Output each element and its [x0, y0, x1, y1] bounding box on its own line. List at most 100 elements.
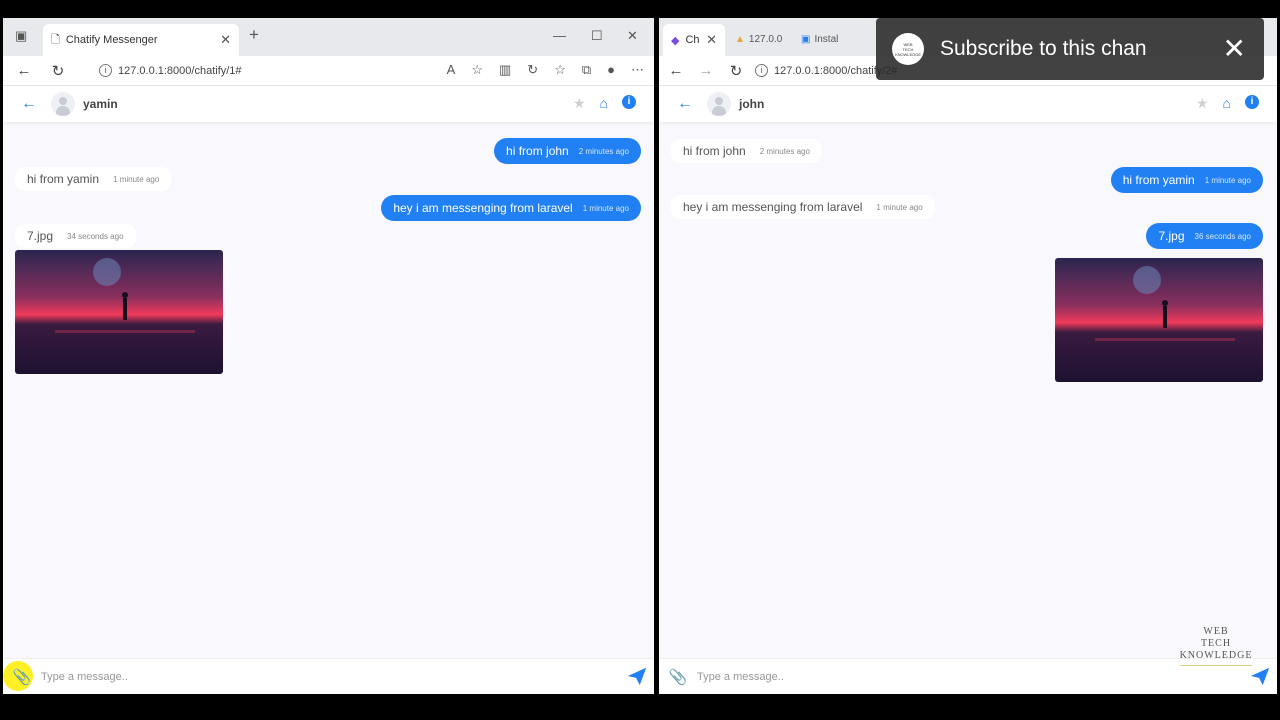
page-icon: 🗋: [51, 33, 60, 46]
tab-chatify[interactable]: 🗋 Chatify Messenger ✕: [43, 24, 239, 56]
header-actions: ★ ⌂ i: [573, 95, 636, 112]
address-bar: ← ↻ i 127.0.0.1:8000/chatify/1# A ☆ ▥ ↻ …: [3, 56, 654, 86]
contact-name: yamin: [83, 97, 118, 111]
subscribe-text: Subscribe to this chan: [940, 37, 1147, 60]
header-actions: ★ ⌂ i: [1196, 95, 1259, 112]
close-tab-icon[interactable]: ✕: [706, 32, 717, 48]
url-text: 127.0.0.1:8000/chatify/1#: [118, 64, 242, 77]
tab-chatify[interactable]: ◆ Ch ✕: [663, 24, 725, 56]
minimize-icon[interactable]: —: [553, 28, 566, 43]
channel-logo: WEB TECH KNOWLEDGE: [892, 33, 924, 65]
left-browser-window: ▣ 🗋 Chatify Messenger ✕ + — ☐ ✕ ← ↻ i 12…: [3, 18, 654, 694]
message-bubble: hi from john 2 minutes ago: [671, 139, 822, 163]
info-icon[interactable]: i: [1245, 95, 1259, 109]
close-tab-icon[interactable]: ✕: [220, 32, 231, 48]
avatar: [707, 92, 731, 116]
message-bubble: hey i am messenging from laravel 1 minut…: [381, 195, 641, 221]
home-icon[interactable]: ⌂: [1223, 95, 1231, 112]
right-browser-window: ◆ Ch ✕ ▲ 127.0.0 ▣ Instal ← → ↻ i 127.0.…: [659, 18, 1277, 694]
tab-install[interactable]: ▣ Instal: [801, 28, 838, 50]
message-input[interactable]: Type a message..: [41, 671, 128, 683]
message-composer: 📎 Type a message..: [3, 658, 654, 694]
message-time: 34 seconds ago: [67, 231, 124, 241]
tab-bar: ▣ 🗋 Chatify Messenger ✕ + — ☐ ✕: [3, 18, 654, 56]
install-favicon: ▣: [801, 33, 811, 45]
message-bubble: hi from yamin 1 minute ago: [1110, 167, 1263, 193]
avatar: [51, 92, 75, 116]
channel-watermark: WEB TECH KNOWLEDGE: [1176, 626, 1256, 666]
read-aloud-icon[interactable]: A: [447, 62, 456, 78]
message-bubble: 7.jpg 36 seconds ago: [1146, 223, 1263, 249]
message-time: 1 minute ago: [113, 174, 160, 184]
url-field[interactable]: i 127.0.0.1:8000/chatify/1#: [99, 64, 242, 77]
attach-icon[interactable]: 📎: [3, 668, 41, 686]
maximize-icon[interactable]: ☐: [591, 28, 603, 44]
back-arrow-icon[interactable]: ←: [21, 95, 41, 113]
message-time: 2 minutes ago: [759, 146, 810, 156]
message-text: hi from yamin: [1122, 173, 1195, 187]
chat-header: ← john ★ ⌂ i: [659, 86, 1277, 122]
message-bubble: hi from yamin 1 minute ago: [15, 167, 172, 191]
localhost-favicon: ▲: [735, 33, 745, 45]
contact-name: john: [739, 97, 765, 111]
favorites-icon[interactable]: ☆: [554, 62, 566, 78]
back-nav-icon[interactable]: ←: [9, 62, 39, 79]
collections-icon[interactable]: ⧉: [582, 62, 591, 78]
info-icon[interactable]: i: [622, 95, 636, 109]
close-popup-icon[interactable]: ✕: [1223, 32, 1246, 65]
message-text: hi from yamin: [27, 172, 100, 186]
split-screen-icon[interactable]: ▥: [499, 62, 511, 78]
message-bubble: hey i am messenging from laravel 1 minut…: [671, 195, 935, 219]
refresh-icon[interactable]: ↻: [43, 62, 73, 80]
site-info-icon[interactable]: i: [99, 64, 112, 77]
message-text: hey i am messenging from laravel: [393, 201, 573, 215]
message-time: 2 minutes ago: [578, 146, 629, 156]
star-icon[interactable]: ★: [1196, 95, 1209, 112]
watermark-line: KNOWLEDGE: [1179, 650, 1253, 661]
sunset-image: [15, 250, 223, 374]
message-input[interactable]: Type a message..: [697, 671, 784, 683]
message-bubble: 7.jpg 34 seconds ago: [15, 224, 136, 248]
refresh-extension-icon[interactable]: ↻: [527, 62, 538, 78]
refresh-icon[interactable]: ↻: [721, 62, 751, 80]
profile-icon[interactable]: ●: [607, 62, 615, 78]
message-time: 1 minute ago: [876, 202, 923, 212]
message-text: hey i am messenging from laravel: [683, 200, 863, 214]
watermark-divider: [1180, 665, 1252, 666]
home-icon[interactable]: ⌂: [600, 95, 608, 112]
send-icon[interactable]: [626, 665, 648, 687]
favorite-add-icon[interactable]: ☆: [471, 62, 483, 78]
chat-header: ← yamin ★ ⌂ i: [3, 86, 654, 122]
attachment-filename: 7.jpg: [27, 229, 54, 243]
image-attachment[interactable]: [15, 250, 223, 374]
star-icon[interactable]: ★: [573, 95, 586, 112]
close-window-icon[interactable]: ✕: [627, 28, 638, 44]
message-text: hi from john: [683, 144, 746, 158]
message-time: 1 minute ago: [582, 203, 629, 213]
new-tab-icon[interactable]: +: [249, 25, 259, 45]
tab-title: Chatify Messenger: [65, 34, 158, 46]
back-nav-icon[interactable]: ←: [661, 62, 691, 79]
message-time: 36 seconds ago: [1194, 231, 1252, 241]
back-arrow-icon[interactable]: ←: [677, 95, 697, 113]
chatify-favicon: ◆: [671, 34, 680, 47]
send-icon[interactable]: [1249, 665, 1271, 687]
forward-nav-icon[interactable]: →: [691, 62, 721, 79]
tab-actions-icon[interactable]: ▣: [15, 28, 27, 44]
tab-title: 127.0.0: [748, 33, 783, 45]
message-time: 1 minute ago: [1204, 175, 1251, 185]
image-attachment[interactable]: [1055, 258, 1263, 382]
watermark-line: WEB: [1203, 626, 1229, 637]
attach-icon[interactable]: 📎: [659, 668, 697, 686]
tab-localhost[interactable]: ▲ 127.0.0: [735, 28, 782, 50]
watermark-line: TECH: [1200, 638, 1232, 649]
tab-title: Instal: [814, 33, 839, 45]
more-icon[interactable]: ⋯: [631, 62, 644, 78]
message-text: hi from john: [506, 144, 569, 158]
subscribe-popup[interactable]: WEB TECH KNOWLEDGE Subscribe to this chan …: [876, 18, 1264, 80]
site-info-icon[interactable]: i: [755, 64, 768, 77]
toolbar-icons: A ☆ ▥ ↻ ☆ ⧉ ● ⋯: [447, 62, 644, 78]
attachment-filename: 7.jpg: [1158, 229, 1185, 243]
sunset-image: [1055, 258, 1263, 382]
tab-title: Ch: [685, 34, 700, 46]
